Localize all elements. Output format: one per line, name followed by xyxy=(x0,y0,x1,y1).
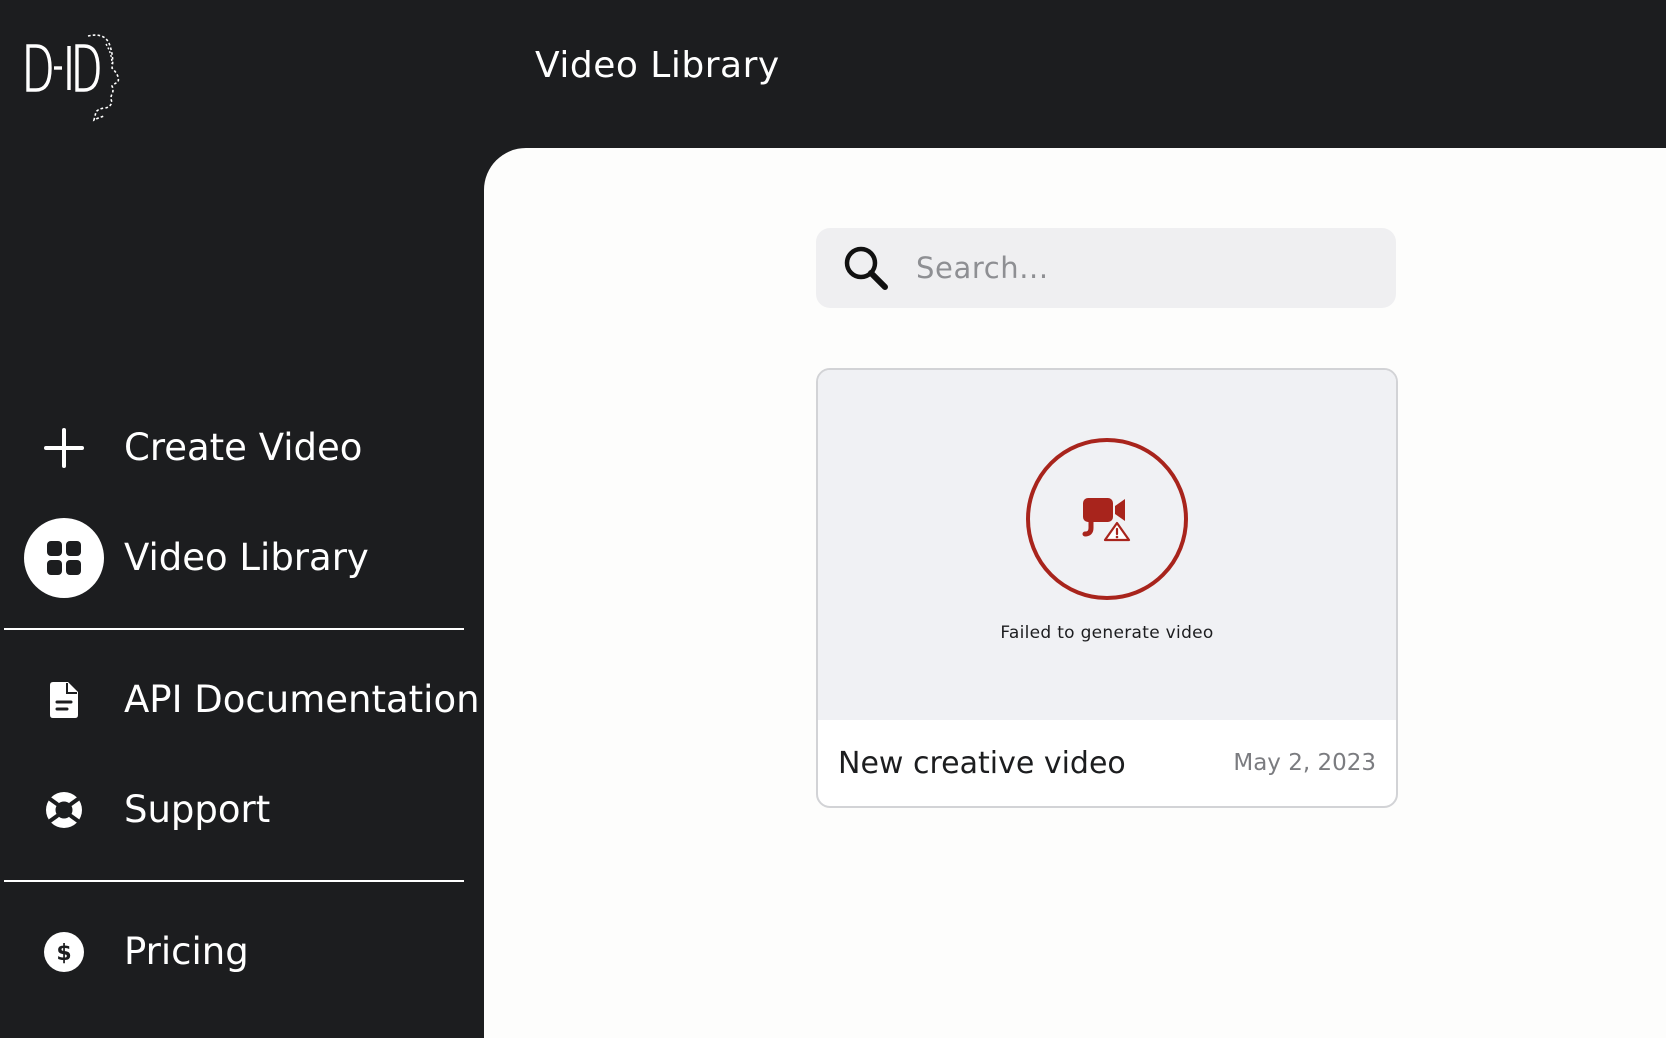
sidebar-divider xyxy=(4,880,464,882)
did-logo-mark xyxy=(26,34,120,122)
sidebar-item-create-video[interactable]: Create Video xyxy=(24,408,464,488)
document-icon xyxy=(24,660,104,740)
sidebar-item-video-library[interactable]: Video Library xyxy=(24,518,464,598)
page-title: Video Library xyxy=(535,45,780,86)
grid-icon xyxy=(24,518,104,598)
video-date: May 2, 2023 xyxy=(1233,750,1376,776)
sidebar-item-label: Video Library xyxy=(124,536,369,579)
sidebar-divider xyxy=(4,628,464,630)
sidebar-item-label: Support xyxy=(124,788,271,831)
sidebar-item-support[interactable]: Support xyxy=(24,770,464,850)
sidebar-item-label: API Documentation xyxy=(124,678,480,721)
main-panel: Failed to generate video New creative vi… xyxy=(484,148,1666,1038)
status-message: Failed to generate video xyxy=(1000,623,1214,643)
sidebar-item-pricing[interactable]: $ Pricing xyxy=(24,912,464,992)
sidebar-item-label: Create Video xyxy=(124,426,363,469)
search-icon[interactable] xyxy=(840,242,892,294)
app-root: Video Library Create Video Video Library… xyxy=(0,0,1666,1038)
sidebar-item-api-documentation[interactable]: API Documentation xyxy=(24,660,480,740)
plus-icon xyxy=(24,408,104,488)
search-input[interactable] xyxy=(914,250,1378,286)
video-card[interactable]: Failed to generate video New creative vi… xyxy=(816,368,1398,808)
sidebar-item-label: Pricing xyxy=(124,930,249,973)
search-bar xyxy=(816,228,1396,308)
video-card-footer: New creative video May 2, 2023 xyxy=(818,720,1396,806)
svg-text:$: $ xyxy=(56,941,71,966)
lifebuoy-icon xyxy=(24,770,104,850)
video-failed-icon xyxy=(1082,498,1131,542)
video-thumbnail: Failed to generate video xyxy=(818,370,1396,720)
status-circle xyxy=(1026,438,1188,600)
did-logo[interactable] xyxy=(24,32,130,124)
video-title: New creative video xyxy=(838,745,1126,781)
dollar-icon: $ xyxy=(24,912,104,992)
sidebar-nav: Create Video Video Library API Documenta… xyxy=(0,150,480,1038)
